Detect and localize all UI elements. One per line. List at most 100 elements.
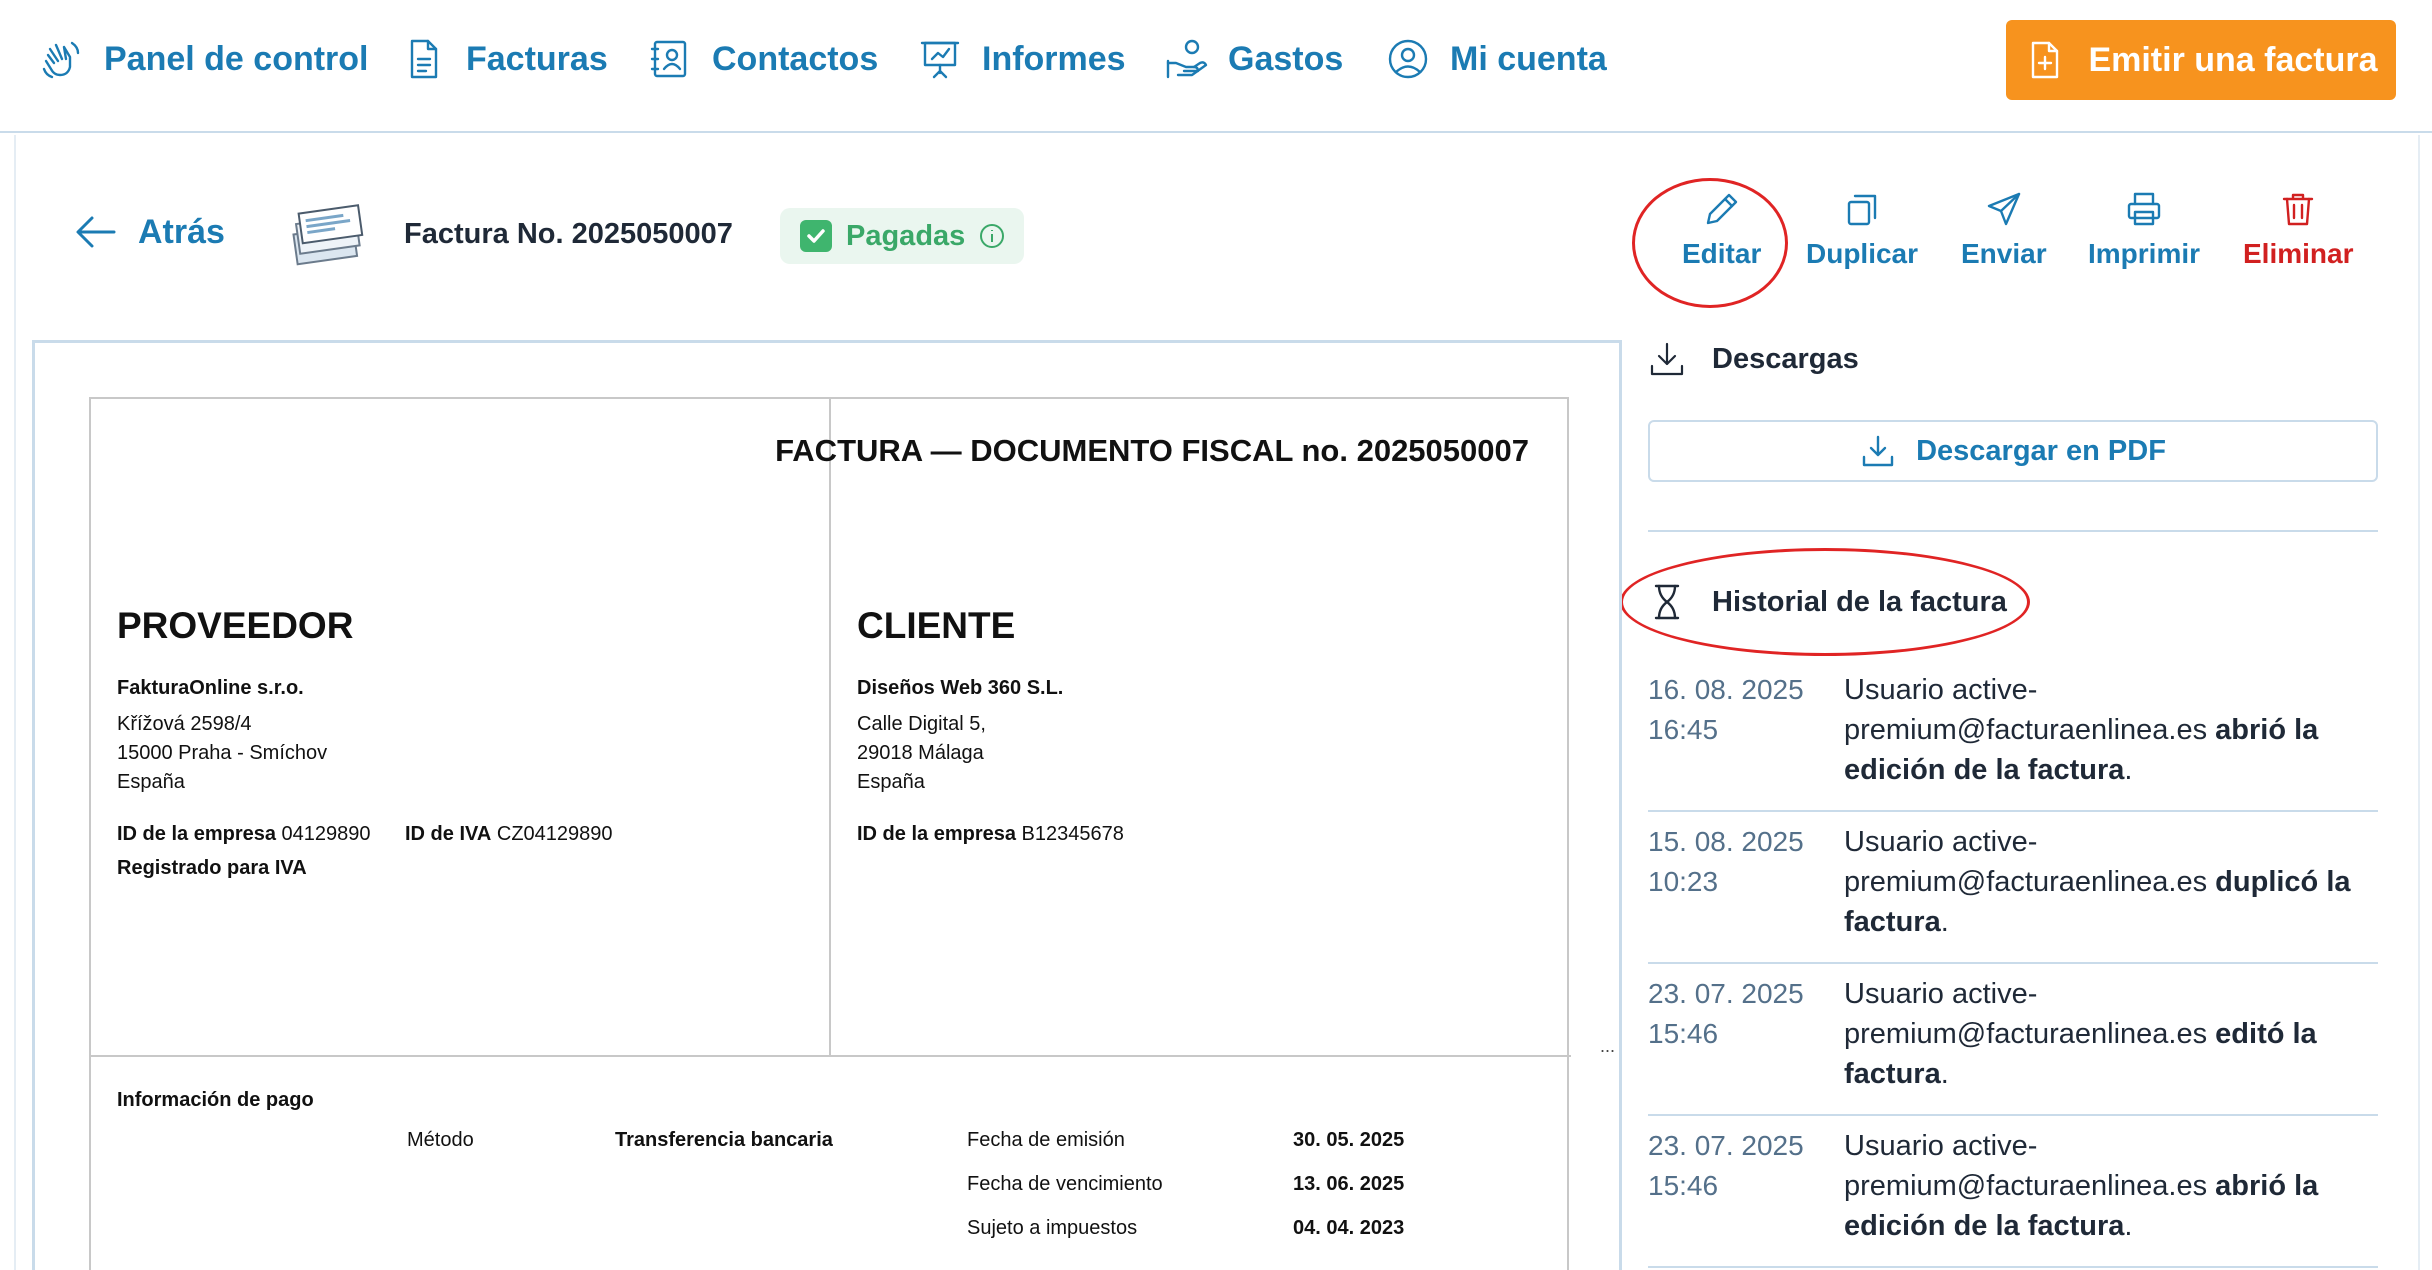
history-entry: 16. 08. 2025 16:45 Usuario active-premiu…: [1648, 670, 2378, 810]
nav-expenses[interactable]: Gastos: [1164, 34, 1343, 84]
supplier-vat-id-label: ID de IVA: [405, 823, 492, 845]
delete-button[interactable]: Eliminar: [2243, 190, 2353, 270]
divider: [1648, 962, 2378, 964]
nav-reports-label: Informes: [982, 39, 1126, 78]
history-text: Usuario active-premium@facturaenlinea.es…: [1844, 1126, 2378, 1246]
history-date: 23. 07. 2025 15:46: [1648, 974, 1828, 1054]
invoice-title: Factura No. 2025050007: [404, 218, 733, 250]
issue-date-label: Fecha de emisión: [967, 1129, 1125, 1151]
client-name: Diseños Web 360 S.L.: [857, 677, 1064, 699]
history-text: Usuario active-premium@facturaenlinea.es…: [1844, 670, 2378, 790]
send-button[interactable]: Enviar: [1961, 190, 2047, 270]
duplicate-button[interactable]: Duplicar: [1806, 190, 1918, 270]
invoice-stack-icon: [292, 204, 364, 266]
status-label: Pagadas: [846, 219, 966, 252]
client-address1: Calle Digital 5,: [857, 713, 986, 735]
send-label: Enviar: [1961, 238, 2047, 269]
payment-method-value: Transferencia bancaria: [615, 1129, 833, 1151]
nav-my-account[interactable]: Mi cuenta: [1386, 34, 1607, 84]
nav-invoices[interactable]: Facturas: [402, 34, 608, 84]
client-company-id-value: B12345678: [1021, 823, 1124, 845]
tax-date-label: Sujeto a impuestos: [967, 1217, 1138, 1239]
frame-right-border: [2418, 135, 2420, 1270]
print-label: Imprimir: [2088, 238, 2201, 269]
history-date-time: 16:45: [1648, 714, 1719, 745]
invoice-preview[interactable]: FACTURA — DOCUMENTO FISCAL no. 202505000…: [32, 340, 1622, 1270]
column-divider: [829, 399, 831, 1055]
back-link[interactable]: Atrás: [74, 212, 225, 252]
invoice-document: FACTURA — DOCUMENTO FISCAL no. 202505000…: [89, 397, 1571, 1270]
history-date: 16. 08. 2025 16:45: [1648, 670, 1828, 750]
tax-date-value: 04. 04. 2023: [1293, 1217, 1405, 1239]
client-company-id-label: ID de la empresa: [857, 823, 1016, 845]
history-date-day: 23. 07. 2025: [1648, 1130, 1804, 1161]
supplier-vat-id-value: CZ04129890: [496, 823, 613, 845]
supplier-heading: PROVEEDOR: [117, 605, 354, 646]
trash-icon: [2283, 193, 2314, 226]
download-icon: [1650, 342, 1684, 376]
presentation-chart-icon: [920, 41, 960, 79]
nav-contacts[interactable]: Contactos: [648, 34, 878, 84]
history-user: Usuario active-premium@facturaenlinea.es: [1844, 674, 2216, 746]
supplier-name: FakturaOnline s.r.o.: [117, 677, 304, 699]
document-title: FACTURA — DOCUMENTO FISCAL no. 202505000…: [775, 433, 1529, 468]
nav-my-account-label: Mi cuenta: [1450, 39, 1607, 78]
due-date-value: 13. 06. 2025: [1293, 1173, 1405, 1195]
pencil-icon: [1706, 193, 1737, 225]
duplicate-label: Duplicar: [1806, 238, 1919, 269]
issue-invoice-button[interactable]: Emitir una factura: [2006, 20, 2396, 100]
history-suffix: .: [1940, 1058, 1949, 1090]
issue-invoice-label: Emitir una factura: [2088, 40, 2378, 79]
divider: [1648, 810, 2378, 812]
downloads-heading: Descargas: [1648, 340, 1859, 378]
hand-wave-icon: [42, 41, 80, 79]
print-button[interactable]: Imprimir: [2088, 190, 2200, 270]
arrow-left-icon: [76, 216, 116, 248]
payment-info-title: Información de pago: [117, 1089, 314, 1111]
history-entry: 23. 07. 2025 15:46 Usuario active-premiu…: [1648, 1126, 2378, 1266]
info-icon[interactable]: [979, 223, 1005, 249]
history-date-time: 15:46: [1648, 1170, 1719, 1201]
payment-method-label: Método: [407, 1129, 474, 1151]
history-date-time: 15:46: [1648, 1018, 1719, 1049]
client-address2: 29018 Málaga: [857, 742, 984, 764]
edit-label: Editar: [1682, 238, 1762, 269]
issue-date-value: 30. 05. 2025: [1293, 1129, 1405, 1151]
top-navigation: Panel de control Facturas Contactos Info…: [0, 0, 2432, 133]
client-heading: CLIENTE: [857, 605, 1016, 646]
nav-contacts-label: Contactos: [712, 39, 879, 78]
history-text: Usuario active-premium@facturaenlinea.es…: [1844, 974, 2378, 1094]
history-user: Usuario active-premium@facturaenlinea.es: [1844, 1130, 2216, 1202]
nav-dashboard[interactable]: Panel de control: [40, 34, 369, 84]
edit-button[interactable]: Editar: [1682, 190, 1761, 270]
history-user: Usuario active-premium@facturaenlinea.es: [1844, 826, 2216, 898]
history-text: Usuario active-premium@facturaenlinea.es…: [1844, 822, 2378, 942]
nav-reports[interactable]: Informes: [918, 34, 1126, 84]
section-divider: [91, 1055, 1571, 1057]
history-user: Usuario active-premium@facturaenlinea.es: [1844, 978, 2216, 1050]
downloads-heading-label: Descargas: [1712, 342, 1859, 375]
history-date-day: 23. 07. 2025: [1648, 978, 1804, 1009]
copy-icon: [1847, 194, 1877, 226]
supplier-vat-registered: Registrado para IVA: [117, 857, 307, 879]
hourglass-icon: [1654, 584, 1680, 620]
status-badge: Pagadas: [780, 208, 1024, 264]
hand-coins-icon: [1166, 39, 1208, 79]
user-circle-icon: [1388, 39, 1428, 79]
nav-invoices-label: Facturas: [466, 39, 608, 78]
history-suffix: .: [2124, 1210, 2133, 1242]
add-document-icon: [2032, 41, 2059, 79]
nav-expenses-label: Gastos: [1228, 39, 1344, 78]
document-icon: [410, 39, 438, 79]
divider: [1648, 530, 2378, 532]
contact-card-icon: [650, 40, 687, 78]
history-date: 23. 07. 2025 15:46: [1648, 1126, 1828, 1206]
history-date-day: 16. 08. 2025: [1648, 674, 1804, 705]
supplier-country: España: [117, 771, 185, 793]
divider: [1648, 1266, 2378, 1268]
download-pdf-button[interactable]: Descargar en PDF: [1648, 420, 2378, 482]
resize-handle[interactable]: ...: [1600, 1036, 1615, 1057]
nav-dashboard-label: Panel de control: [104, 39, 369, 78]
history-suffix: .: [1940, 906, 1949, 938]
due-date-label: Fecha de vencimiento: [967, 1173, 1163, 1195]
